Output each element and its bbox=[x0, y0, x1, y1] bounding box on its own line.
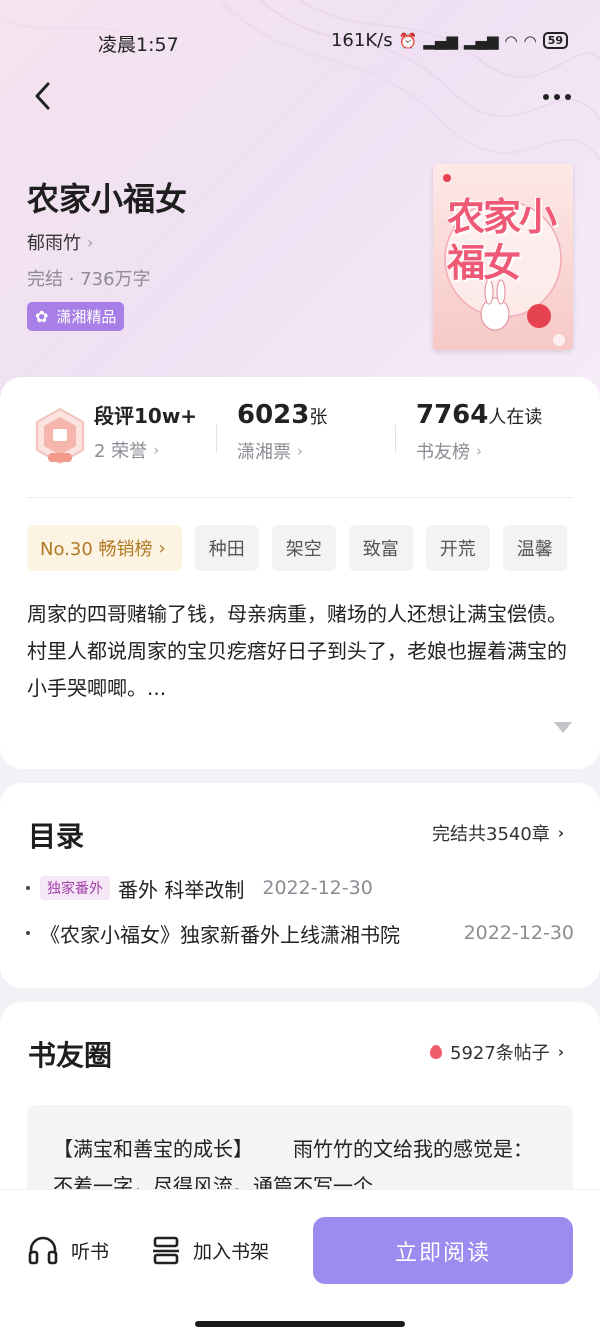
honor-main: 段评10w+ bbox=[94, 404, 198, 428]
rank-label: No.30 畅销榜 bbox=[40, 539, 153, 560]
toc-all-link[interactable]: 完结共3540章 › bbox=[432, 820, 564, 846]
more-button[interactable] bbox=[536, 82, 578, 112]
book-meta: 完结 · 736万字 bbox=[27, 269, 151, 290]
stat-honor[interactable]: 段评10w+ 2 荣誉 › bbox=[94, 400, 197, 463]
home-indicator bbox=[195, 1321, 405, 1327]
badge-label: 潇湘精品 bbox=[56, 308, 117, 326]
tag-item[interactable]: 开荒 bbox=[425, 525, 490, 571]
signal-icon-2: ▂▄▆ bbox=[463, 31, 499, 50]
read-now-button[interactable]: 立即阅读 bbox=[313, 1217, 573, 1284]
chapter-title: 《农家小福女》独家新番外上线潇湘书院 bbox=[40, 922, 400, 947]
tickets-unit: 张 bbox=[309, 407, 328, 428]
cover-title: 农家小福女 bbox=[447, 194, 557, 285]
divider bbox=[395, 425, 396, 453]
shelf-label: 加入书架 bbox=[193, 1240, 270, 1263]
synopsis-line: 村里人都说周家的宝贝疙瘩好日子到头了，老娘也握着满宝的小手哭唧唧。... bbox=[27, 639, 567, 700]
back-button[interactable] bbox=[26, 78, 58, 114]
chapter-title: 番外 科举改制 bbox=[118, 877, 245, 902]
author-link[interactable]: 郁雨竹 › bbox=[27, 229, 93, 255]
divider bbox=[216, 425, 217, 453]
status-bar: 凌晨1:57 161K/s ⏰ ▂▄▆ ▂▄▆ ◠ ◠ 59 bbox=[0, 28, 600, 58]
tag-item[interactable]: 种田 bbox=[194, 525, 259, 571]
synopsis-line: 周家的四哥赌输了钱，母亲病重，赌场的人还想让满宝偿债。 bbox=[27, 602, 567, 626]
net-speed: 161K/s bbox=[330, 30, 393, 51]
chevron-right-icon: › bbox=[476, 442, 482, 460]
readers-value: 7764 bbox=[416, 400, 489, 430]
honor-level-icon bbox=[36, 407, 84, 465]
listen-button[interactable]: 听书 bbox=[27, 1225, 109, 1275]
book-info-card: 段评10w+ 2 荣誉 › 6023张 潇湘票 › 7764人在读 书友榜 › … bbox=[0, 377, 600, 769]
battery-icon: 59 bbox=[542, 32, 568, 49]
post-heading: 【满宝和善宝的成长】 bbox=[53, 1137, 253, 1161]
chapter-date: 2022-12-30 bbox=[463, 922, 574, 944]
quality-badge: ✿ 潇湘精品 bbox=[27, 302, 125, 331]
add-to-shelf-button[interactable]: 加入书架 bbox=[151, 1225, 269, 1275]
flame-icon bbox=[430, 1045, 442, 1059]
chevron-left-icon bbox=[35, 82, 50, 110]
signal-icon: ▂▄▆ bbox=[423, 31, 458, 50]
author-name: 郁雨竹 bbox=[27, 233, 81, 254]
expand-triangle-icon[interactable] bbox=[554, 722, 572, 733]
book-title: 农家小福女 bbox=[27, 180, 188, 218]
book-cover[interactable]: 农家小福女 bbox=[433, 164, 573, 350]
tag-item[interactable]: 架空 bbox=[271, 525, 336, 571]
tag-item[interactable]: 温馨 bbox=[502, 525, 567, 571]
toc-item[interactable]: 《农家小福女》独家新番外上线潇湘书院 2022-12-30 bbox=[26, 917, 574, 949]
toc-card: 目录 完结共3540章 › 独家番外 番外 科举改制 2022-12-30 《农… bbox=[0, 783, 600, 988]
stat-tickets[interactable]: 6023张 潇湘票 › bbox=[237, 400, 327, 464]
chevron-right-icon: › bbox=[557, 1043, 564, 1061]
rank-tag[interactable]: No.30 畅销榜 › bbox=[27, 525, 182, 571]
synopsis[interactable]: 周家的四哥赌输了钱，母亲病重，赌场的人还想让满宝偿债。 村里人都说周家的宝贝疙瘩… bbox=[27, 596, 573, 707]
wifi-icon: ◠ bbox=[504, 31, 518, 50]
chevron-right-icon: › bbox=[158, 537, 166, 559]
chevron-right-icon: › bbox=[557, 824, 564, 842]
circle-title: 书友圈 bbox=[28, 1039, 113, 1072]
headphones-icon bbox=[28, 1236, 58, 1265]
more-dot-icon bbox=[565, 94, 571, 100]
status-time: 凌晨1:57 bbox=[98, 34, 179, 56]
tickets-sub: 潇湘票 bbox=[237, 442, 291, 463]
honor-sub: 2 荣誉 bbox=[94, 441, 148, 462]
readers-unit: 人在读 bbox=[488, 407, 543, 428]
tag-item[interactable]: 致富 bbox=[348, 525, 413, 571]
bookshelf-icon bbox=[153, 1236, 179, 1265]
bullet-icon bbox=[26, 886, 30, 890]
tickets-value: 6023 bbox=[237, 400, 310, 430]
readers-sub: 书友榜 bbox=[416, 442, 470, 463]
post-count: 5927条帖子 bbox=[450, 1043, 550, 1064]
more-dot-icon bbox=[554, 94, 560, 100]
toc-title: 目录 bbox=[28, 820, 85, 853]
exclusive-badge: 独家番外 bbox=[40, 876, 110, 900]
status-icons: 161K/s ⏰ ▂▄▆ ▂▄▆ ◠ ◠ 59 bbox=[331, 30, 568, 51]
chevron-right-icon: › bbox=[87, 232, 94, 252]
wifi-icon-2: ◠ bbox=[523, 31, 537, 50]
bottom-action-bar: 听书 加入书架 立即阅读 bbox=[0, 1189, 600, 1333]
listen-label: 听书 bbox=[71, 1240, 110, 1263]
bullet-icon bbox=[26, 931, 30, 935]
flower-icon: ✿ bbox=[35, 307, 49, 326]
chapter-date: 2022-12-30 bbox=[262, 877, 373, 899]
chevron-right-icon: › bbox=[297, 442, 303, 460]
alarm-icon: ⏰ bbox=[398, 31, 418, 50]
stat-readers[interactable]: 7764人在读 书友榜 › bbox=[416, 400, 542, 464]
separator bbox=[27, 497, 573, 498]
toc-item[interactable]: 独家番外 番外 科举改制 2022-12-30 bbox=[26, 872, 574, 904]
toc-summary: 完结共3540章 bbox=[432, 824, 550, 845]
more-dot-icon bbox=[543, 94, 549, 100]
chevron-right-icon: › bbox=[153, 441, 160, 459]
tag-list: No.30 畅销榜 › 种田 架空 致富 开荒 温馨 bbox=[27, 525, 600, 571]
circle-posts-link[interactable]: 5927条帖子 › bbox=[430, 1039, 564, 1065]
